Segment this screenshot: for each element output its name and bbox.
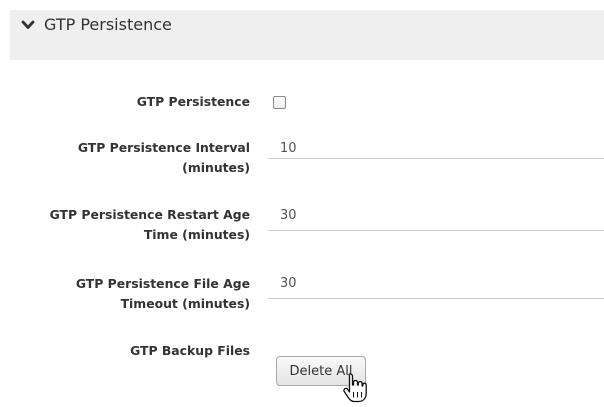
gtp-persistence-label-text: GTP Persistence <box>136 94 250 109</box>
restart-age-label: GTP Persistence Restart Age Time (minute… <box>50 205 250 245</box>
interval-label: GTP Persistence Interval (minutes) <box>78 138 250 178</box>
backup-files-label: GTP Backup Files <box>130 341 250 361</box>
restart-age-input-underline <box>268 230 604 231</box>
restart-age-label-line1: GTP Persistence Restart Age <box>49 207 250 222</box>
backup-files-label-text: GTP Backup Files <box>130 343 250 358</box>
interval-input-underline <box>268 158 604 159</box>
file-age-input[interactable]: 30 <box>280 276 297 291</box>
interval-input[interactable]: 10 <box>280 141 297 156</box>
file-age-input-underline <box>268 298 604 299</box>
hand-pointer-icon <box>343 373 367 403</box>
file-age-label: GTP Persistence File Age Timeout (minute… <box>76 274 250 314</box>
gtp-persistence-checkbox[interactable] <box>273 96 286 109</box>
chevron-down-icon[interactable] <box>21 18 35 32</box>
restart-age-label-line2: Time (minutes) <box>143 227 250 242</box>
interval-label-line2: (minutes) <box>182 160 250 175</box>
interval-label-line1: GTP Persistence Interval <box>77 140 250 155</box>
file-age-label-line2: Timeout (minutes) <box>120 296 250 311</box>
panel-title[interactable]: GTP Persistence <box>44 15 172 34</box>
gtp-persistence-label: GTP Persistence <box>137 92 250 112</box>
file-age-label-line1: GTP Persistence File Age <box>75 276 250 291</box>
restart-age-input[interactable]: 30 <box>280 208 297 223</box>
